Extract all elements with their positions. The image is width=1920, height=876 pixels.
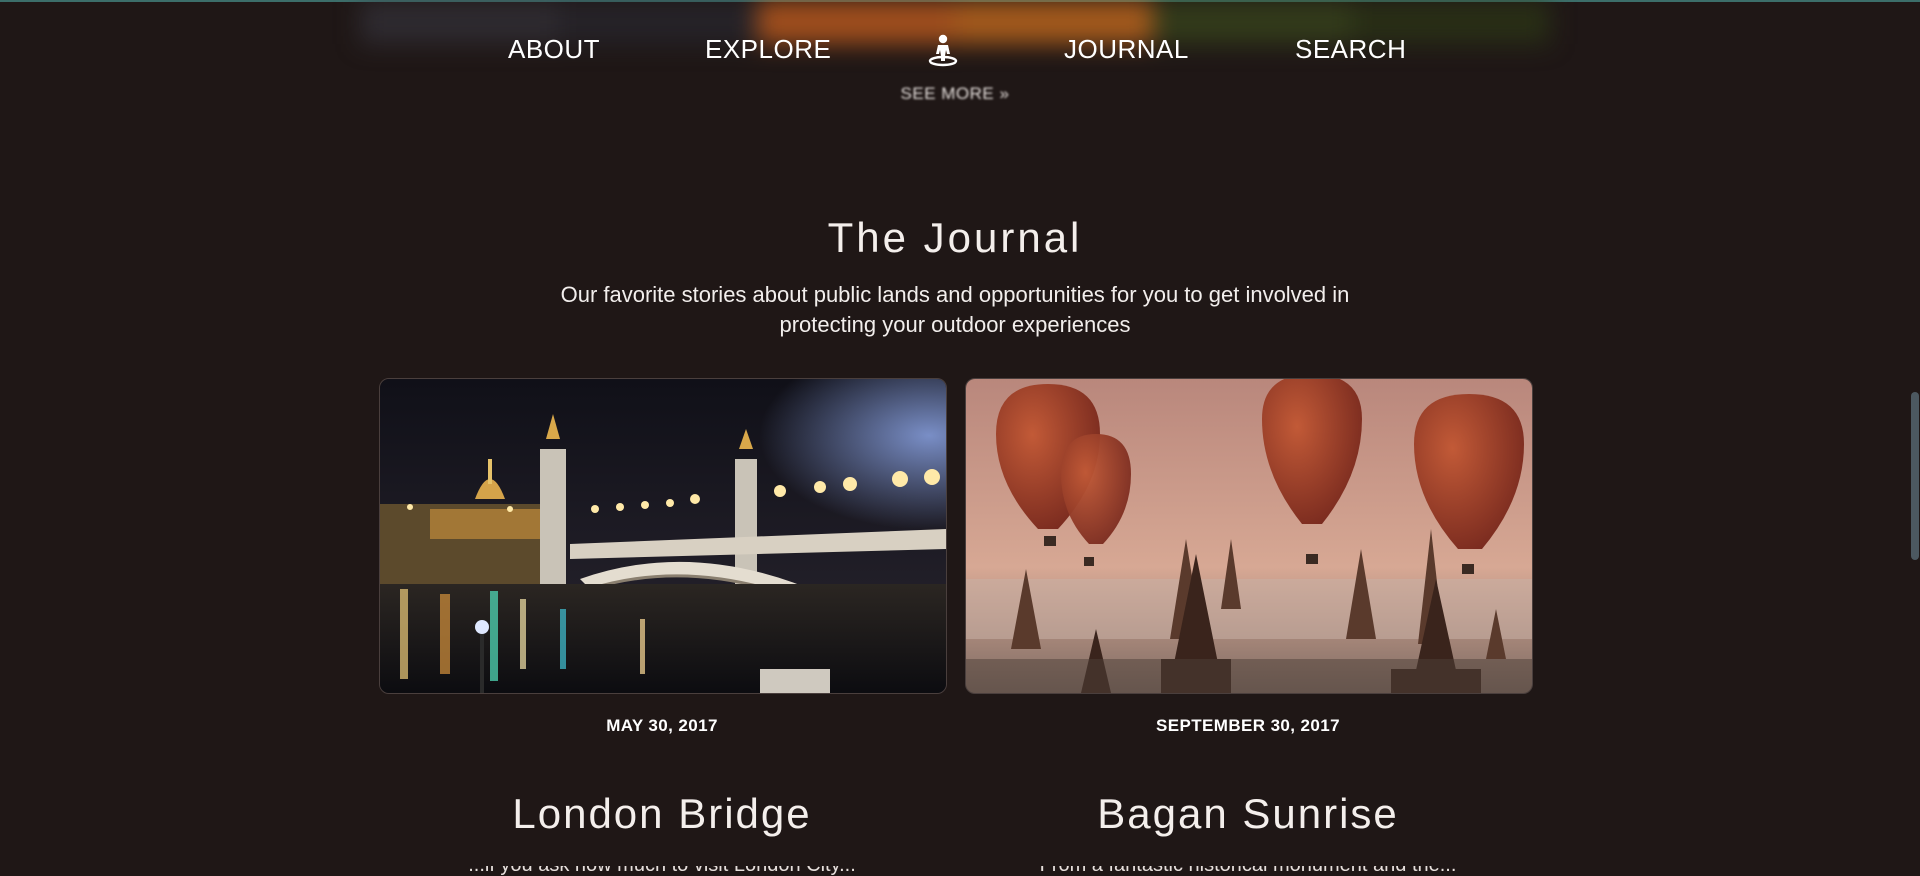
card-date: MAY 30, 2017 — [606, 716, 718, 735]
logo-svg — [928, 34, 958, 67]
bridge-illustration — [380, 379, 946, 693]
nav-about[interactable]: ABOUT — [508, 34, 600, 65]
card-excerpt-text: ...if you ask how much to visit London C… — [379, 866, 945, 876]
card-date: SEPTEMBER 30, 2017 — [1156, 716, 1340, 735]
card-title[interactable]: Bagan Sunrise — [965, 790, 1531, 838]
night-bridge-photo[interactable] — [379, 378, 947, 694]
main-nav: ABOUT EXPLORE JOURNAL SEARCH — [0, 20, 1920, 80]
see-more-link[interactable]: SEE MORE » — [890, 84, 1020, 106]
page: SEE MORE » ABOUT EXPLORE JOURNAL SEARCH … — [0, 0, 1920, 876]
card-excerpt: From a fantastic historical monument and… — [965, 866, 1531, 876]
nav-explore[interactable]: EXPLORE — [705, 34, 831, 65]
nav-search[interactable]: SEARCH — [1295, 34, 1406, 65]
hot-air-balloons-photo[interactable] — [965, 378, 1533, 694]
balloons-illustration — [966, 379, 1532, 693]
card-excerpt-text: From a fantastic historical monument and… — [965, 866, 1531, 876]
section-subtitle: Our favorite stories about public lands … — [560, 282, 1350, 337]
scrollbar-thumb[interactable] — [1911, 392, 1919, 560]
section-title: The Journal — [827, 214, 1083, 261]
scrollbar-track[interactable] — [1910, 0, 1920, 876]
card-title[interactable]: London Bridge — [379, 790, 945, 838]
nav-journal[interactable]: JOURNAL — [1064, 34, 1189, 65]
hiker-person-icon[interactable] — [926, 33, 960, 67]
card-excerpt: ...if you ask how much to visit London C… — [379, 866, 945, 876]
